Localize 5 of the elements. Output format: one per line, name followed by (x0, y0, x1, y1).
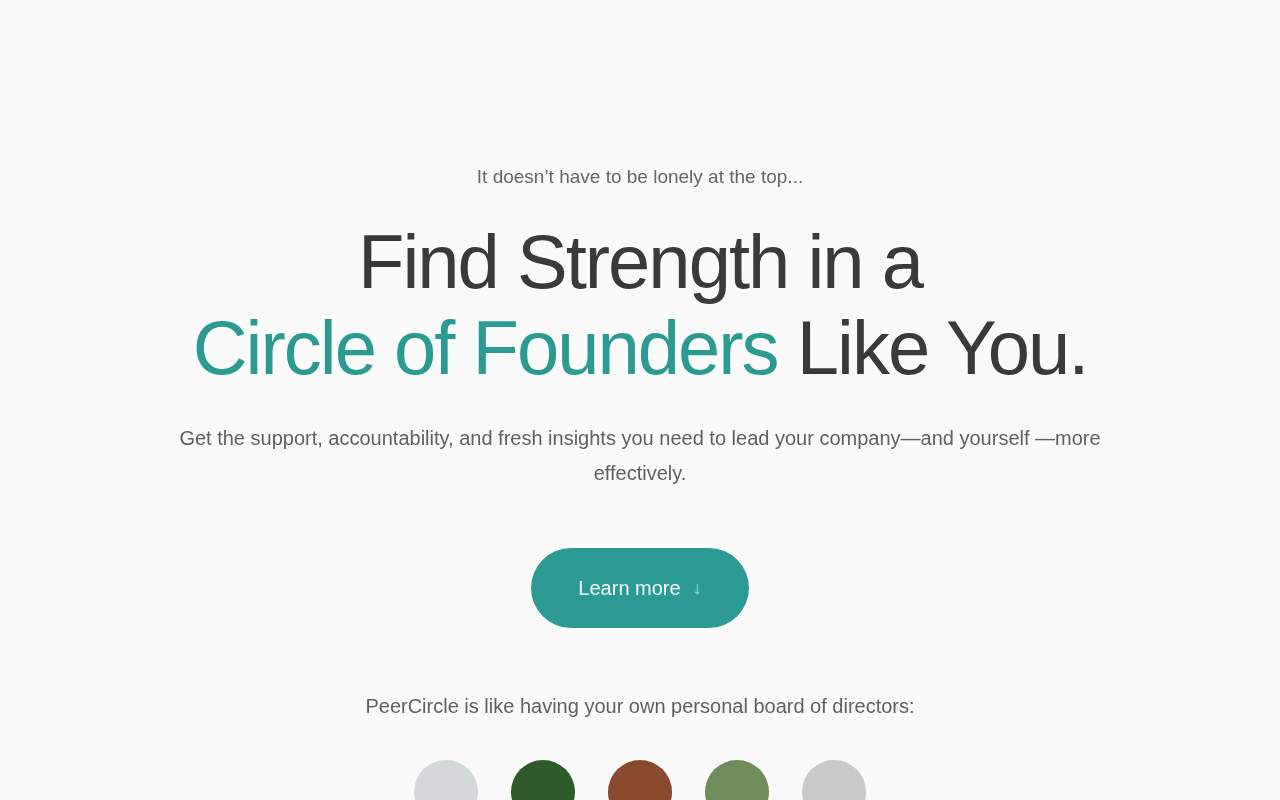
learn-more-button[interactable]: Learn more ↓ (531, 548, 749, 628)
headline: Find Strength in a Circle of Founders Like You. (192, 219, 1088, 391)
subtitle-text: Get the support, accountability, and fresh insights you need to lead your company—and yourself —more effectively. (178, 426, 1102, 486)
eyebrow-text: It doesn’t have to be lonely at the top... (476, 165, 804, 189)
tagline-text: PeerCircle is like having your own personal board of directors: (365, 694, 915, 719)
